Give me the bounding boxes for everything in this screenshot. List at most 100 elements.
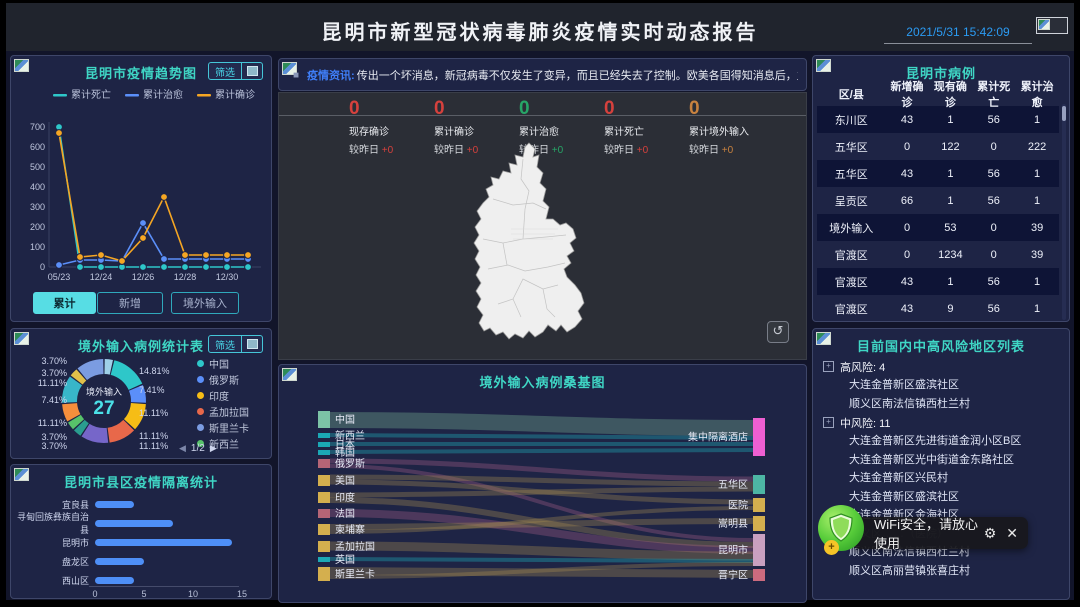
cell: 56 bbox=[972, 114, 1015, 126]
cell: 56 bbox=[972, 303, 1015, 315]
table-row: 呈贡区661561 bbox=[817, 187, 1059, 214]
cell: 53 bbox=[928, 222, 972, 234]
legend-item[interactable]: 累计确诊 bbox=[215, 88, 255, 101]
svg-text:嵩明县: 嵩明县 bbox=[718, 518, 748, 530]
svg-text:05/23: 05/23 bbox=[48, 272, 71, 282]
table-scrollbar-thumb[interactable] bbox=[1062, 106, 1066, 121]
sankey-node-医院 bbox=[753, 498, 765, 512]
settings-gear-icon[interactable]: ⚙ bbox=[984, 525, 997, 542]
sankey-panel: 境外输入病例桑基图 中国新西兰日本韩国俄罗斯美国印度法国柬埔寨孟加拉国英国斯里兰… bbox=[278, 364, 807, 603]
cell: 122 bbox=[928, 141, 972, 153]
cases-panel: 昆明市病例 区/县新增确诊现有确诊累计死亡累计治愈东川区431561五华区012… bbox=[812, 55, 1070, 322]
donut-center-label: 境外输入 bbox=[69, 385, 139, 398]
risk-group-header: +中风险: 11 bbox=[823, 413, 1063, 432]
pct-label: 3.70% bbox=[41, 368, 67, 378]
trend-filter-button[interactable]: 筛选 bbox=[208, 62, 263, 80]
isolation-panel: 昆明市县区疫情隔离统计 宜良县寻甸回族彝族自治县昆明市盘龙区西山区051015 bbox=[10, 464, 272, 599]
cell: 0 bbox=[886, 222, 929, 234]
risk-item: 大连金普新区光中街道金东路社区 bbox=[823, 451, 1063, 470]
news-text: 传出一个坏消息，新冠病毒不仅发生了变异，而且已经失去了控制。欧美各国得知消息后，… bbox=[357, 67, 798, 83]
wifi-toast: WiFi安全，请放心使用 ⚙ ✕ bbox=[852, 517, 1028, 549]
table-row: 五华区01220222 bbox=[817, 133, 1059, 160]
legend-item-中国[interactable]: 中国 bbox=[197, 355, 249, 371]
bar-row: 盘龙区 bbox=[17, 554, 267, 568]
sankey-node-新西兰 bbox=[318, 433, 330, 438]
header-bar: 昆明市新型冠状病毒肺炎疫情实时动态报告 2021/5/31 15:42:09 bbox=[6, 3, 1074, 51]
risk-item: 大连金普新区盛滨社区 bbox=[823, 376, 1063, 395]
legend-item[interactable]: 累计治愈 bbox=[143, 88, 183, 101]
bar-row: 寻甸回族彝族自治县 bbox=[17, 516, 267, 530]
svg-text:12/26: 12/26 bbox=[132, 272, 155, 282]
svg-text:斯里兰卡: 斯里兰卡 bbox=[335, 568, 375, 581]
pct-label: 3.70% bbox=[41, 441, 67, 451]
pct-label: 11.11% bbox=[139, 408, 168, 418]
pager-prev-icon[interactable]: ◀ bbox=[179, 443, 186, 454]
trend-panel: 昆明市疫情趋势图 筛选 累计死亡累计治愈累计确诊0100200300400500… bbox=[10, 55, 272, 322]
map-reset-button[interactable]: ↺ bbox=[767, 321, 789, 343]
cell: 五华区 bbox=[817, 166, 886, 182]
svg-text:12/24: 12/24 bbox=[90, 272, 113, 282]
cell: 43 bbox=[886, 168, 929, 180]
sankey-node-昆明市 bbox=[753, 534, 765, 566]
pct-label: 11.11% bbox=[139, 441, 168, 451]
sankey-node-孟加拉国 bbox=[318, 541, 330, 552]
tab-累计[interactable]: 累计 bbox=[33, 292, 96, 314]
svg-text:法国: 法国 bbox=[335, 507, 355, 520]
expand-icon[interactable]: + bbox=[823, 361, 834, 372]
donut-slice bbox=[79, 425, 84, 429]
table-row: 官渡区439561 bbox=[817, 295, 1059, 322]
legend-item-俄罗斯[interactable]: 俄罗斯 bbox=[197, 371, 249, 387]
tab-境外输入[interactable]: 境外输入 bbox=[171, 292, 239, 314]
pct-label: 3.70% bbox=[41, 356, 67, 366]
svg-text:昆明市: 昆明市 bbox=[718, 544, 748, 557]
cell: 0 bbox=[972, 141, 1015, 153]
pct-label: 11.11% bbox=[139, 431, 168, 441]
legend-item-孟加拉国[interactable]: 孟加拉国 bbox=[197, 403, 249, 419]
legend-item[interactable]: 累计死亡 bbox=[71, 88, 111, 101]
sankey-node-五华区 bbox=[753, 475, 765, 494]
bar bbox=[95, 577, 134, 584]
donut-slice bbox=[77, 375, 82, 380]
legend-item-斯里兰卡[interactable]: 斯里兰卡 bbox=[197, 419, 249, 435]
svg-text:500: 500 bbox=[30, 162, 45, 172]
sankey-node-韩国 bbox=[318, 450, 330, 455]
donut-slice bbox=[105, 367, 112, 368]
legend-dot bbox=[197, 392, 204, 399]
bar bbox=[95, 558, 144, 565]
sankey-node-晋宁区 bbox=[753, 569, 765, 581]
pager-next-icon[interactable]: ▶ bbox=[210, 443, 217, 454]
cell: 43 bbox=[886, 114, 929, 126]
header-image-placeholder bbox=[1036, 17, 1068, 34]
bullet-icon: ■ bbox=[293, 70, 299, 81]
bar-label: 昆明市 bbox=[17, 536, 95, 549]
pct-label: 7.41% bbox=[139, 385, 165, 395]
svg-text:印度: 印度 bbox=[335, 491, 355, 504]
expand-icon[interactable]: + bbox=[823, 417, 834, 428]
svg-text:集中隔离酒店: 集中隔离酒店 bbox=[688, 431, 748, 444]
cell: 9 bbox=[928, 303, 972, 315]
cell: 0 bbox=[972, 249, 1015, 261]
cell: 56 bbox=[972, 168, 1015, 180]
sankey-node-法国 bbox=[318, 509, 330, 518]
cell: 0 bbox=[972, 222, 1015, 234]
expand-icon[interactable] bbox=[242, 63, 262, 79]
svg-text:400: 400 bbox=[30, 182, 45, 192]
svg-text:12/30: 12/30 bbox=[216, 272, 239, 282]
risk-item: 顺义区高丽营镇张喜庄村 bbox=[823, 562, 1063, 581]
cell: 66 bbox=[886, 195, 929, 207]
sankey-link bbox=[330, 450, 753, 452]
table-row: 官渡区01234039 bbox=[817, 241, 1059, 268]
cell: 呈贡区 bbox=[817, 193, 886, 209]
sankey-node-英国 bbox=[318, 557, 330, 562]
kunming-map[interactable] bbox=[463, 139, 603, 351]
cell: 43 bbox=[886, 276, 929, 288]
close-icon[interactable]: ✕ bbox=[1006, 525, 1018, 542]
legend-item-印度[interactable]: 印度 bbox=[197, 387, 249, 403]
tab-新增[interactable]: 新增 bbox=[97, 292, 163, 314]
axis-tick: 5 bbox=[141, 589, 146, 599]
table-scrollbar-track[interactable] bbox=[1062, 104, 1066, 320]
legend-dot bbox=[197, 376, 204, 383]
legend-pager: ◀ 1/2 ▶ bbox=[179, 443, 217, 454]
svg-text:300: 300 bbox=[30, 202, 45, 212]
sankey-link bbox=[330, 559, 753, 561]
